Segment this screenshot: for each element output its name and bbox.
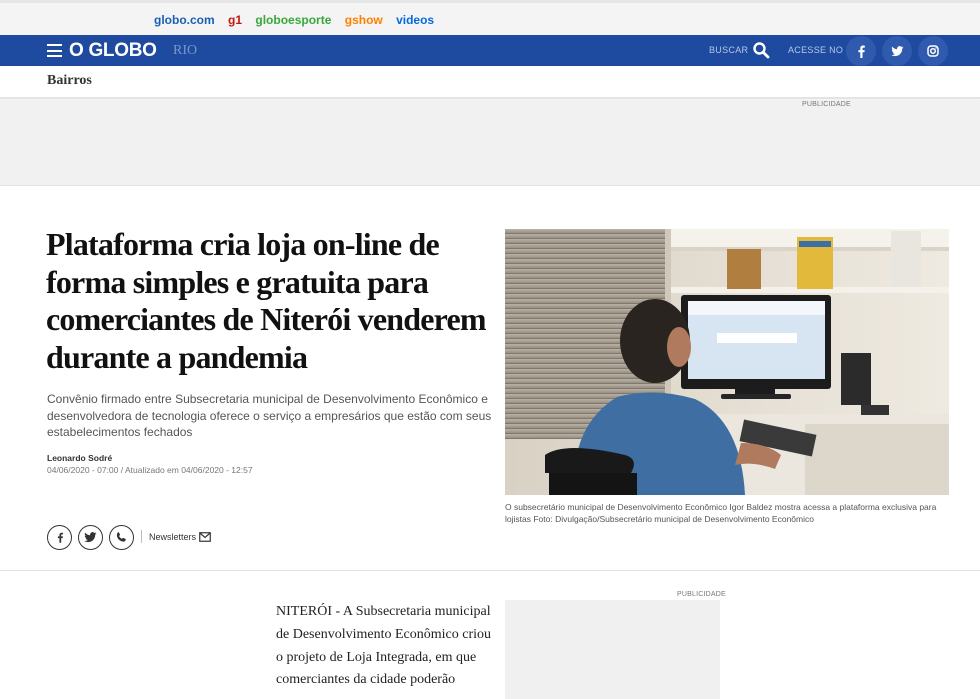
photo-caption: O subsecretário municipal de Desenvolvim…: [505, 502, 937, 524]
twitter-icon[interactable]: [882, 36, 912, 66]
site-header: O GLOBO RIO BUSCAR ACESSE NO: [0, 35, 980, 66]
network-link-videos[interactable]: videos: [396, 13, 434, 27]
network-link-g1[interactable]: g1: [228, 13, 242, 27]
ad-box-side: [505, 600, 720, 699]
ad-label: PUBLICIDADE: [802, 101, 851, 108]
share-twitter-icon[interactable]: [78, 525, 103, 550]
section-divider: [0, 570, 980, 571]
network-link-gshow[interactable]: gshow: [345, 13, 383, 27]
newsletters-link[interactable]: Newsletters: [149, 532, 196, 542]
share-whatsapp-icon[interactable]: [109, 525, 134, 550]
article-body: NITERÓI - A Subsecretaria municipal de D…: [276, 604, 491, 688]
access-label: ACESSE NO: [788, 45, 844, 55]
search-icon[interactable]: [752, 41, 770, 59]
mail-icon[interactable]: [199, 532, 211, 542]
facebook-icon[interactable]: [846, 36, 876, 66]
site-logo[interactable]: O GLOBO: [69, 40, 157, 62]
globo-network-bar: globo.com g1 globoesporte gshow videos: [0, 0, 980, 35]
share-divider: [141, 530, 142, 543]
article-dates: 04/06/2020 - 07:00 / Atualizado em 04/06…: [47, 465, 253, 475]
section-title[interactable]: Bairros: [47, 73, 92, 89]
instagram-icon[interactable]: [918, 36, 948, 66]
share-facebook-icon[interactable]: [47, 525, 72, 550]
ad-banner-top: PUBLICIDADE: [0, 100, 980, 186]
side-ad-label: PUBLICIDADE: [677, 591, 726, 598]
network-link-globo[interactable]: globo.com: [154, 13, 215, 27]
menu-icon[interactable]: [47, 44, 62, 57]
network-links: globo.com g1 globoesporte gshow videos: [154, 13, 444, 27]
region-label[interactable]: RIO: [173, 43, 197, 59]
article-subtitle: Convênio firmado entre Subsecretaria mun…: [47, 392, 492, 439]
article-headline: Plataforma cria loja on-line de forma si…: [46, 226, 487, 375]
network-link-globoesporte[interactable]: globoesporte: [255, 13, 331, 27]
article-author[interactable]: Leonardo Sodré: [47, 453, 112, 463]
section-bar: Bairros: [0, 66, 980, 99]
article-photo[interactable]: [505, 229, 949, 495]
search-label[interactable]: BUSCAR: [709, 45, 748, 55]
